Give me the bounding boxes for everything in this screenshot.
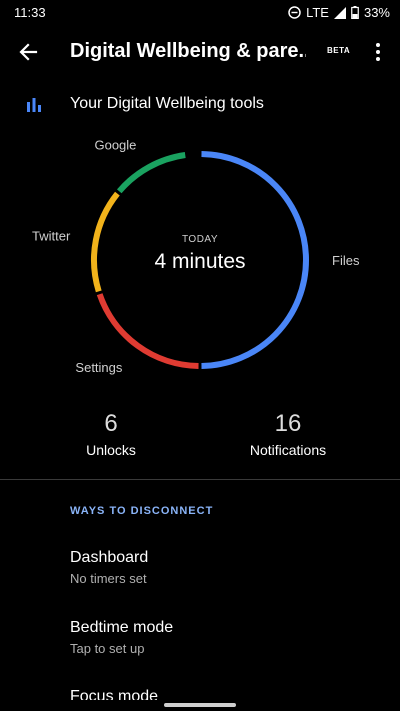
more-options-icon[interactable] (368, 40, 388, 64)
center-value: 4 minutes (154, 250, 245, 273)
status-icons: LTE 33% (288, 5, 390, 20)
setting-subtitle: Tap to set up (70, 641, 145, 656)
back-arrow-icon[interactable] (14, 38, 42, 66)
setting-title: Dashboard (70, 549, 149, 566)
usage-donut-chart[interactable]: Files Settings Twitter Google TODAY 4 minutes (0, 130, 400, 390)
ways-to-disconnect-label: WAYS TO DISCONNECT (70, 505, 214, 517)
usage-summary: 6 Unlocks 16 Notifications (0, 410, 400, 470)
unlocks-label: Unlocks (86, 442, 136, 458)
slice-settings[interactable] (96, 293, 199, 369)
slice-google[interactable] (116, 152, 186, 194)
tools-title: Your Digital Wellbeing tools (70, 95, 264, 112)
battery-icon (351, 6, 359, 19)
center-label: TODAY (182, 234, 218, 245)
notifications-stat[interactable]: 16 Notifications (208, 410, 368, 458)
unlocks-value: 6 (104, 410, 118, 437)
dashboard-setting[interactable]: Dashboard No timers set (70, 549, 370, 586)
bedtime-mode-setting[interactable]: Bedtime mode Tap to set up (70, 619, 370, 656)
do-not-disturb-icon (288, 6, 301, 19)
divider (0, 479, 400, 480)
donut-svg: Files Settings Twitter Google TODAY 4 minutes (32, 137, 360, 375)
status-bar: 11:33 LTE 33% (0, 0, 400, 26)
notifications-value: 16 (274, 410, 302, 437)
unlocks-stat[interactable]: 6 Unlocks (31, 410, 191, 458)
setting-subtitle: No timers set (70, 571, 147, 586)
bar-chart-icon (27, 98, 41, 112)
signal-icon (333, 6, 346, 19)
slice-label-files: Files (332, 253, 360, 268)
focus-mode-setting[interactable]: Focus mode (70, 688, 158, 700)
slice-label-settings: Settings (75, 360, 122, 375)
slice-twitter[interactable] (91, 191, 120, 293)
setting-title: Bedtime mode (70, 619, 174, 636)
slice-label-google: Google (94, 137, 136, 152)
beta-badge: BETA (327, 46, 351, 55)
slice-label-twitter: Twitter (32, 228, 71, 243)
battery-level: 33% (363, 5, 390, 20)
network-type: LTE (306, 5, 329, 20)
app-title: Digital Wellbeing & pare... (70, 40, 306, 62)
notifications-label: Notifications (249, 442, 327, 458)
status-time: 11:33 (14, 5, 46, 20)
gesture-nav-handle[interactable] (164, 703, 236, 707)
app-bar: Digital Wellbeing & pare... BETA (0, 26, 400, 78)
tools-header: Your Digital Wellbeing tools (0, 86, 400, 122)
